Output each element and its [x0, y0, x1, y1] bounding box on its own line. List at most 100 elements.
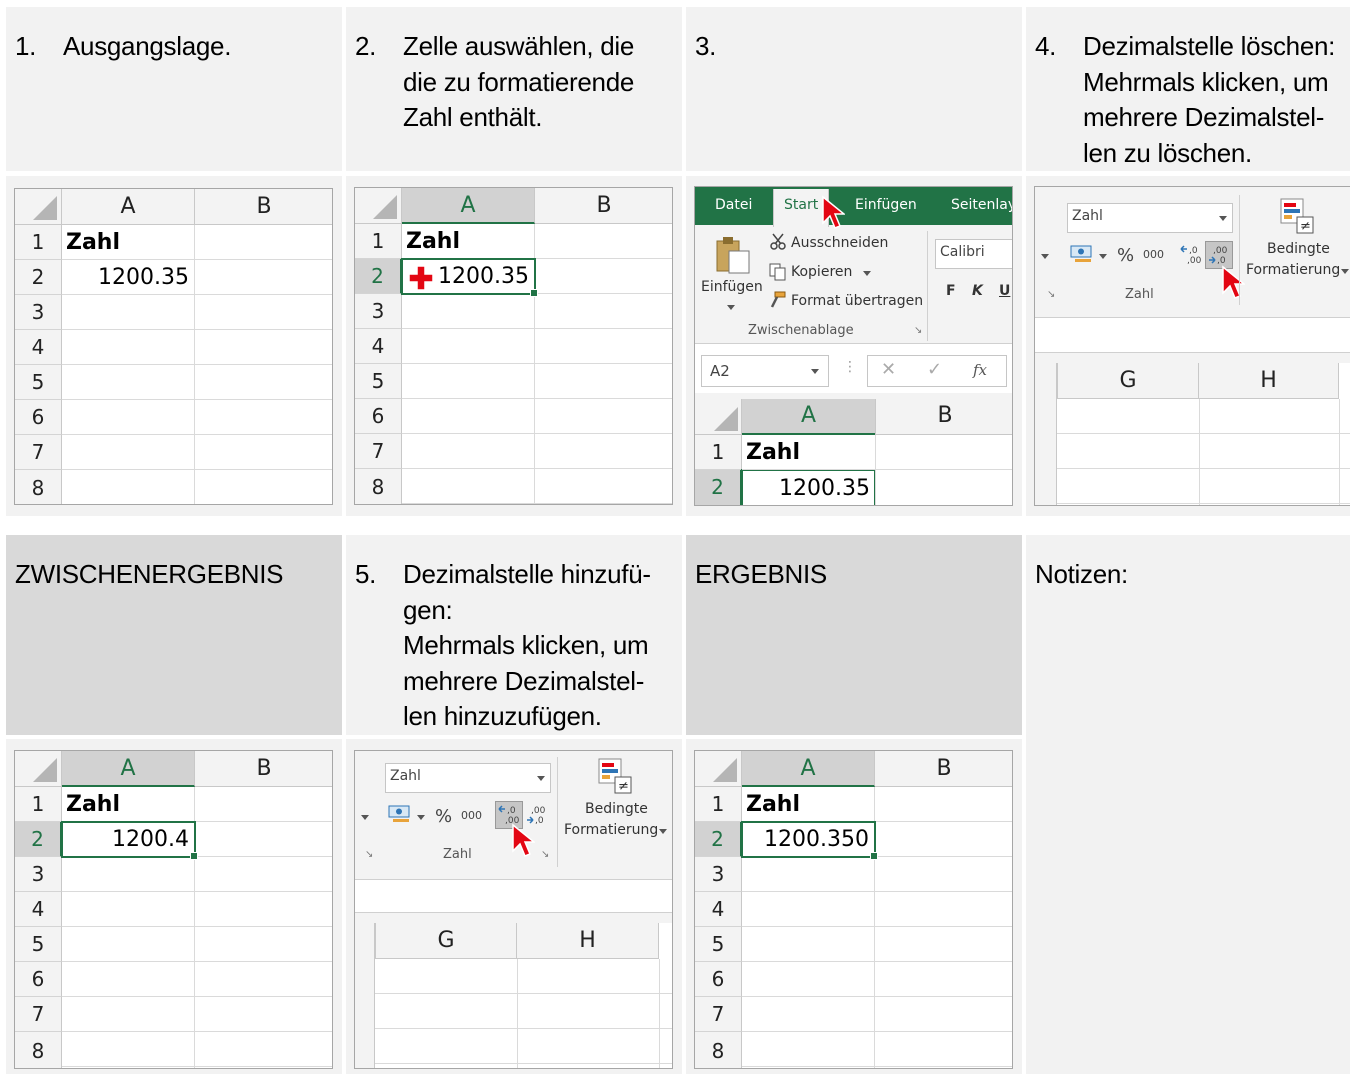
dialog-launcher-icon[interactable]: ↘ [1047, 289, 1055, 300]
col-header-h[interactable]: H [517, 923, 659, 959]
dialog-launcher-icon[interactable]: ↘ [914, 325, 922, 336]
row-header[interactable]: 1 [695, 435, 742, 470]
row-header[interactable]: 4 [355, 329, 402, 364]
col-header-a[interactable]: A [402, 188, 535, 224]
conditional-formatting-label-1[interactable]: Bedingte [585, 801, 648, 817]
chevron-down-icon [361, 815, 369, 820]
row-header[interactable]: 6 [15, 400, 62, 435]
col-header-b[interactable]: B [195, 189, 332, 225]
row-header[interactable]: 3 [15, 857, 62, 892]
bold-button[interactable]: F [946, 283, 956, 299]
row-header[interactable]: 4 [695, 892, 742, 927]
currency-icon[interactable] [1069, 243, 1095, 265]
row-header[interactable]: 7 [15, 435, 62, 470]
cell-a1[interactable]: Zahl [746, 435, 874, 470]
font-name-box[interactable]: Calibri [935, 239, 1012, 269]
col-header-b[interactable]: B [875, 751, 1012, 787]
select-all-corner[interactable] [15, 751, 62, 787]
row-header[interactable]: 2 [15, 260, 62, 295]
format-painter-button[interactable]: Format übertragen [791, 293, 923, 309]
select-all-corner[interactable] [15, 189, 62, 225]
row-header[interactable]: 5 [695, 927, 742, 962]
row-header[interactable]: 2 [695, 822, 742, 857]
row-header[interactable]: 8 [15, 1032, 62, 1068]
row-header[interactable]: 8 [15, 470, 62, 504]
row-header[interactable]: 2 [695, 470, 742, 505]
select-all-corner[interactable] [355, 188, 402, 224]
conditional-formatting-label-2[interactable]: Formatierung [564, 822, 658, 838]
thousands-button[interactable]: 000 [461, 809, 482, 822]
cell-a1[interactable]: Zahl [742, 787, 875, 822]
check-icon[interactable]: ✓ [927, 359, 942, 380]
row-header[interactable]: 1 [15, 787, 62, 822]
cell-a2[interactable]: 1200.350 [742, 822, 875, 857]
chevron-down-icon [537, 776, 545, 781]
name-box[interactable]: A2 [701, 355, 829, 387]
row-header[interactable]: 7 [15, 997, 62, 1032]
thousands-button[interactable]: 000 [1143, 248, 1164, 261]
row-header[interactable]: 2 [355, 259, 402, 294]
row-header[interactable]: 4 [15, 330, 62, 365]
col-header-a[interactable]: A [742, 399, 875, 435]
cell-a1[interactable]: Zahl [62, 225, 195, 260]
chevron-down-icon [1341, 269, 1349, 274]
row-header[interactable]: 5 [15, 365, 62, 400]
number-format-dropdown[interactable]: Zahl [385, 763, 551, 793]
currency-icon[interactable] [387, 803, 413, 825]
col-header-h[interactable]: H [1199, 363, 1339, 399]
increase-decimal-icon[interactable]: ,0,00 [1179, 243, 1203, 267]
percent-button[interactable]: % [435, 806, 452, 827]
italic-button[interactable]: K [972, 283, 983, 299]
copy-button[interactable]: Kopieren [791, 264, 852, 280]
col-header-a[interactable]: A [62, 189, 195, 225]
underline-button[interactable]: U [999, 283, 1010, 299]
cell-a2[interactable]: 1200.35 [62, 260, 195, 295]
cell-a2[interactable]: 1200.4 [62, 822, 195, 857]
empty-cells [1057, 399, 1350, 505]
row-header[interactable]: 8 [695, 1032, 742, 1068]
row-header[interactable]: 5 [355, 364, 402, 399]
cancel-icon[interactable]: ✕ [881, 359, 896, 380]
cell-a1[interactable]: Zahl [402, 224, 535, 259]
paste-button-label[interactable]: Einfügen [701, 279, 763, 295]
col-header-b[interactable]: B [195, 751, 332, 787]
row-header[interactable]: 6 [15, 962, 62, 997]
row-header[interactable]: 7 [695, 997, 742, 1032]
col-header-g[interactable]: G [1057, 363, 1199, 399]
col-header-b[interactable]: B [875, 399, 1012, 435]
dialog-launcher-icon[interactable]: ↘ [365, 849, 373, 860]
tab-seitenlayout[interactable]: Seitenlay [951, 197, 1012, 213]
percent-button[interactable]: % [1117, 245, 1134, 266]
row-header[interactable]: 1 [15, 225, 62, 260]
conditional-formatting-label-2[interactable]: Formatierung [1246, 262, 1340, 278]
row-header[interactable]: 4 [15, 892, 62, 927]
row-header[interactable]: 1 [695, 787, 742, 822]
row-header[interactable]: 5 [15, 927, 62, 962]
row-header[interactable]: 2 [15, 822, 62, 857]
row-header[interactable]: 8 [355, 469, 402, 504]
row-header[interactable]: 3 [15, 295, 62, 330]
select-all-corner[interactable] [695, 751, 742, 787]
decrease-decimal-icon[interactable]: ,00,0 [1207, 243, 1231, 267]
col-header-g[interactable]: G [375, 923, 517, 959]
insert-function-button[interactable]: fx [973, 361, 987, 379]
group-divider [1239, 195, 1240, 305]
tab-einfuegen[interactable]: Einfügen [855, 197, 917, 213]
svg-text:,00: ,00 [1187, 256, 1202, 266]
row-header[interactable]: 3 [695, 857, 742, 892]
cell-a1[interactable]: Zahl [62, 787, 195, 822]
row-header[interactable]: 3 [355, 294, 402, 329]
row-header[interactable]: 6 [695, 962, 742, 997]
col-header-a[interactable]: A [742, 751, 875, 787]
number-format-dropdown[interactable]: Zahl [1067, 203, 1233, 233]
cut-button[interactable]: Ausschneiden [791, 235, 888, 251]
conditional-formatting-label-1[interactable]: Bedingte [1267, 241, 1330, 257]
row-header[interactable]: 6 [355, 399, 402, 434]
tab-datei[interactable]: Datei [715, 197, 752, 213]
dialog-launcher-icon[interactable]: ↘ [541, 849, 549, 860]
number-group-label: Zahl [443, 847, 472, 862]
col-header-b[interactable]: B [535, 188, 672, 224]
col-header-a[interactable]: A [62, 751, 195, 787]
row-header[interactable]: 1 [355, 224, 402, 259]
row-header[interactable]: 7 [355, 434, 402, 469]
